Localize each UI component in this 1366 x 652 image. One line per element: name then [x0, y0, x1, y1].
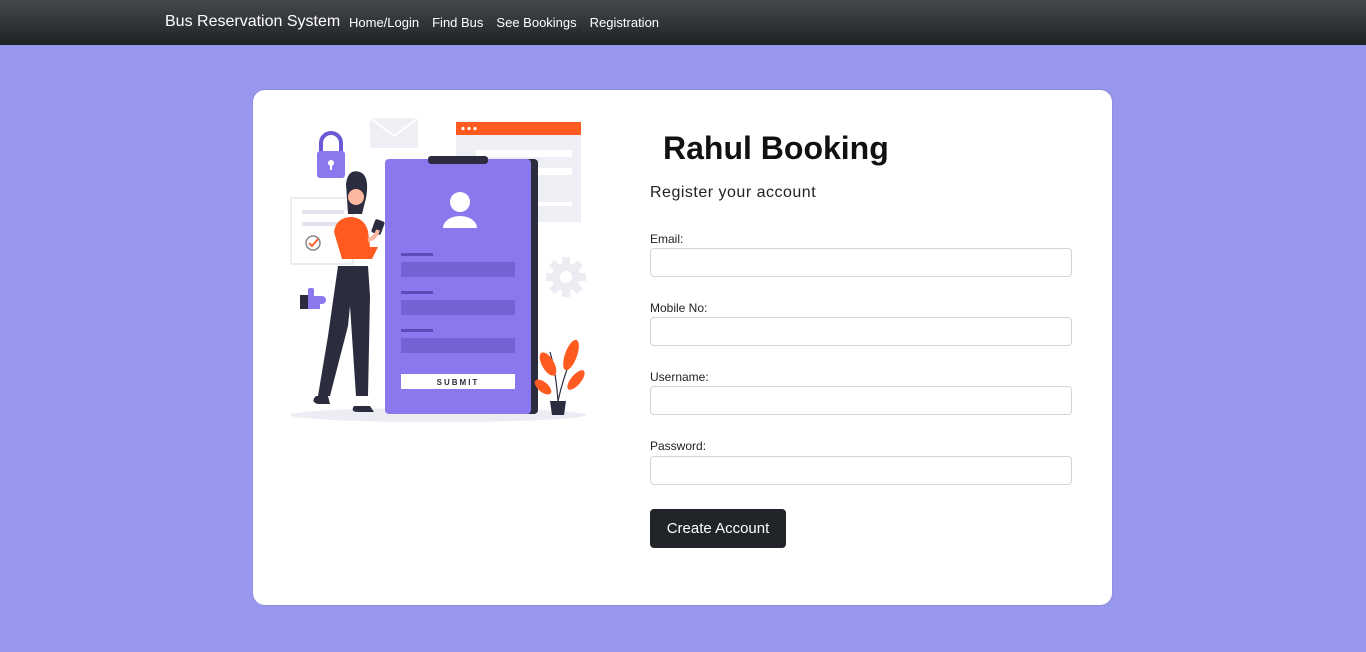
nav-find-bus[interactable]: Find Bus [432, 15, 483, 30]
gear-icon [546, 257, 586, 297]
plant-icon [534, 339, 585, 415]
nav-links: Home/Login Find Bus See Bookings Registr… [349, 15, 659, 30]
phone-form-icon: SUBMIT [385, 156, 531, 414]
envelope-icon [369, 117, 419, 148]
page-subtitle: Register your account [650, 184, 817, 201]
lock-icon [317, 131, 345, 178]
registration-card: SUBMIT Rahul Booking Register your accou… [253, 90, 1112, 605]
registration-illustration: SUBMIT [290, 117, 586, 422]
thumbs-up-icon [300, 288, 326, 309]
password-label: Password: [650, 439, 707, 453]
mobile-label: Mobile No: [650, 301, 708, 315]
brand-link[interactable]: Bus Reservation System [165, 13, 340, 31]
username-field[interactable] [650, 386, 1072, 415]
nav-registration[interactable]: Registration [590, 15, 659, 30]
navbar: Bus Reservation System Home/Login Find B… [0, 0, 1366, 45]
username-label: Username: [650, 370, 709, 384]
user-icon [450, 192, 470, 212]
nav-see-bookings[interactable]: See Bookings [496, 15, 576, 30]
email-label: Email: [650, 232, 684, 246]
create-account-button[interactable]: Create Account [650, 509, 786, 548]
phone-submit-label: SUBMIT [437, 378, 480, 387]
password-field[interactable] [650, 456, 1072, 485]
nav-home-login[interactable]: Home/Login [349, 15, 419, 30]
email-field[interactable] [650, 248, 1072, 277]
page-title: Rahul Booking [663, 130, 889, 166]
mobile-field[interactable] [650, 317, 1072, 346]
